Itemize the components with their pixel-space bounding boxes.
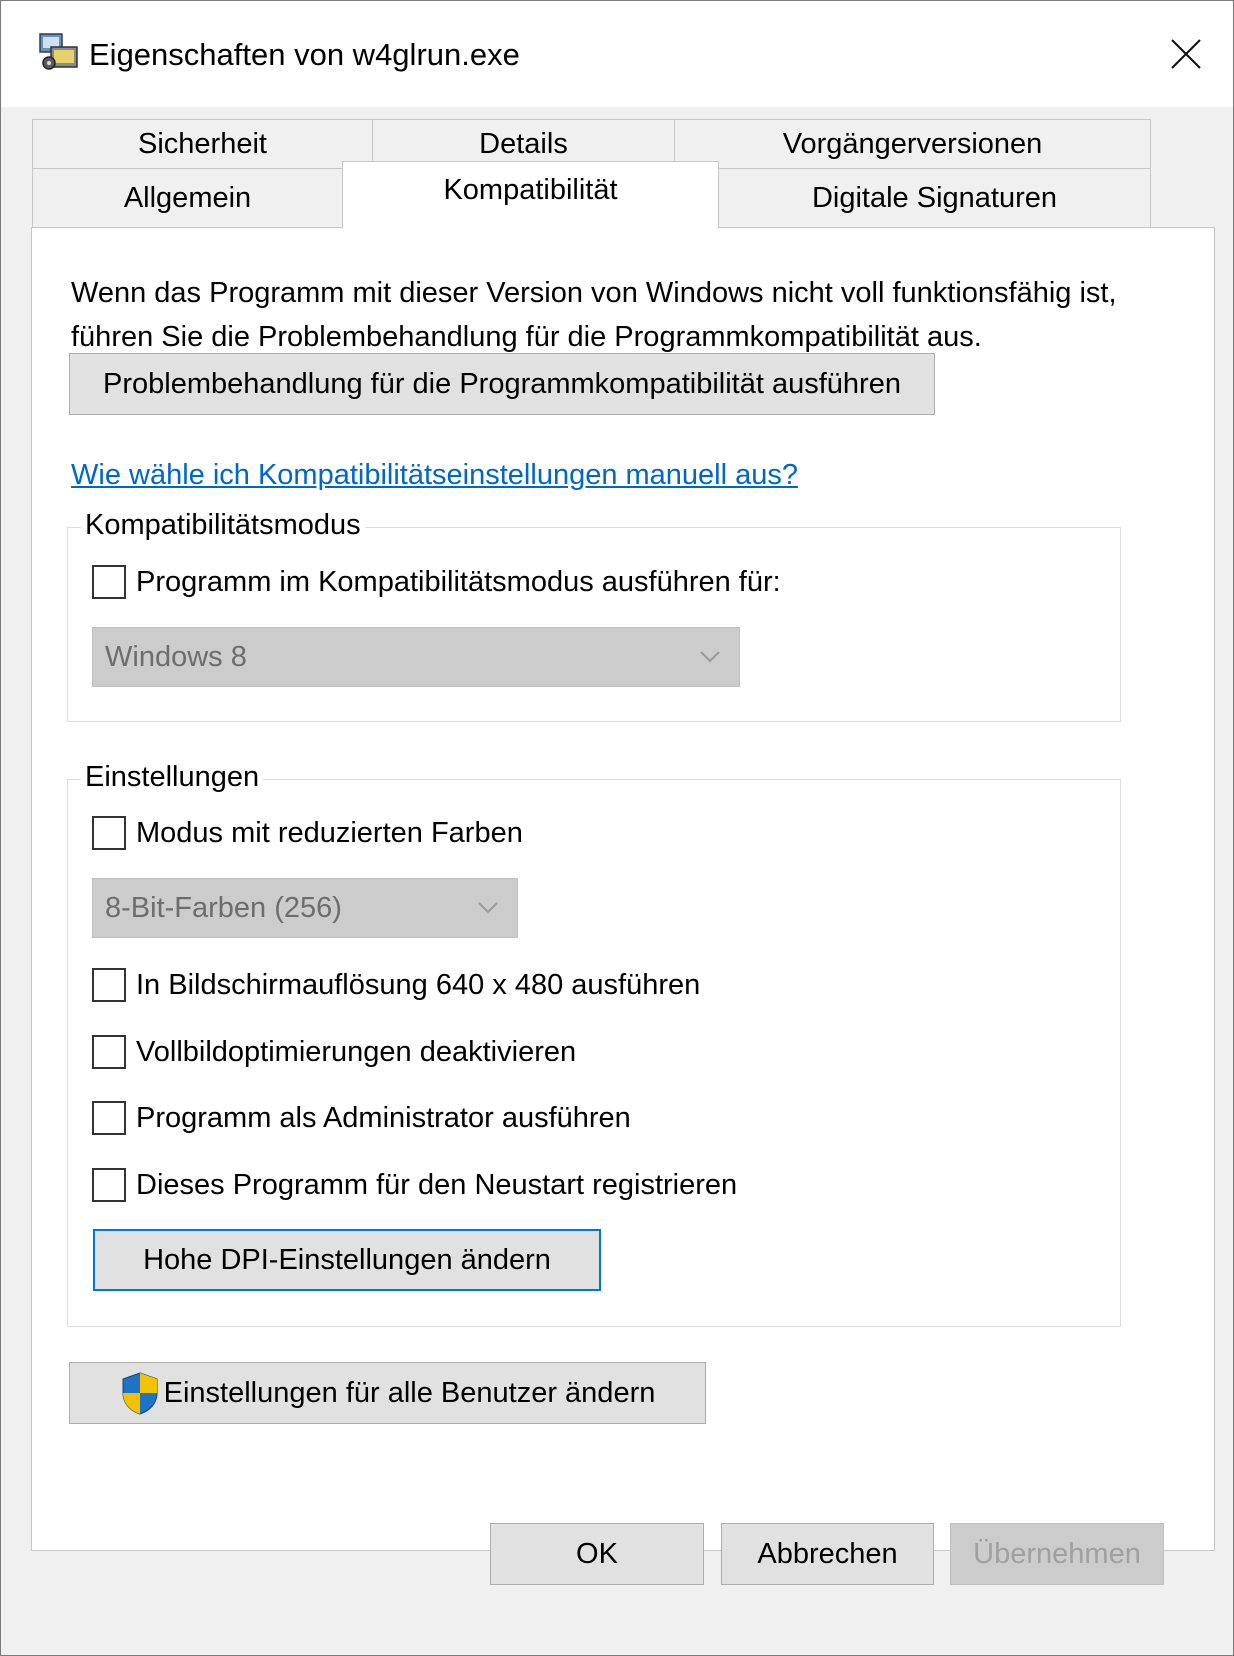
compatibility-mode-group: [67, 527, 1121, 722]
reduced-color-row[interactable]: Modus mit reduzierten Farben: [92, 816, 523, 850]
compatibility-mode-group-label: Kompatibilitätsmodus: [81, 509, 365, 542]
restart-register-row[interactable]: Dieses Programm für den Neustart registr…: [92, 1168, 737, 1202]
title-bar: Eigenschaften von w4glrun.exe: [1, 1, 1233, 107]
application-icon: [39, 33, 78, 70]
color-depth-value: 8-Bit-Farben (256): [105, 891, 342, 924]
tab-vorgaengerversionen[interactable]: Vorgängerversionen: [674, 119, 1151, 169]
run-admin-label: Programm als Administrator ausführen: [136, 1101, 631, 1134]
chevron-down-icon: [478, 902, 498, 914]
os-version-value: Windows 8: [105, 640, 247, 673]
compatibility-description: Wenn das Programm mit dieser Version von…: [71, 277, 1117, 353]
chevron-down-icon: [700, 651, 720, 663]
compat-mode-checkbox[interactable]: [92, 565, 126, 599]
color-depth-select: 8-Bit-Farben (256): [92, 878, 518, 938]
tab-digitale-signaturen[interactable]: Digitale Signaturen: [718, 168, 1151, 228]
settings-group-label: Einstellungen: [81, 761, 264, 794]
high-dpi-button[interactable]: Hohe DPI-Einstellungen ändern: [93, 1229, 601, 1291]
all-users-button-label: Einstellungen für alle Benutzer ändern: [163, 1376, 656, 1409]
tab-sicherheit[interactable]: Sicherheit: [32, 119, 373, 169]
troubleshoot-button[interactable]: Problembehandlung für die Programmkompat…: [69, 353, 935, 415]
close-icon[interactable]: [1163, 31, 1209, 77]
window-title: Eigenschaften von w4glrun.exe: [89, 37, 520, 72]
res640-label: In Bildschirmauflösung 640 x 480 ausführ…: [136, 968, 701, 1001]
res640-row[interactable]: In Bildschirmauflösung 640 x 480 ausführ…: [92, 968, 700, 1002]
res640-checkbox[interactable]: [92, 968, 126, 1002]
reduced-color-label: Modus mit reduzierten Farben: [136, 816, 523, 849]
os-version-select: Windows 8: [92, 627, 740, 687]
fullscreen-opt-row[interactable]: Vollbildoptimierungen deaktivieren: [92, 1035, 576, 1069]
help-link[interactable]: Wie wähle ich Kompatibilitätseinstellung…: [71, 459, 798, 492]
ok-button[interactable]: OK: [490, 1523, 704, 1585]
tab-allgemein[interactable]: Allgemein: [32, 168, 343, 228]
properties-dialog: Eigenschaften von w4glrun.exe Sicherheit…: [0, 0, 1234, 1656]
compat-mode-checkbox-label: Programm im Kompatibilitätsmodus ausführ…: [136, 565, 781, 598]
uac-shield-icon: [122, 1372, 158, 1415]
fullscreen-opt-label: Vollbildoptimierungen deaktivieren: [136, 1035, 577, 1068]
all-users-button[interactable]: Einstellungen für alle Benutzer ändern: [69, 1362, 706, 1424]
reduced-color-checkbox[interactable]: [92, 816, 126, 850]
fullscreen-opt-checkbox[interactable]: [92, 1035, 126, 1069]
restart-register-checkbox[interactable]: [92, 1168, 126, 1202]
compat-mode-checkbox-row[interactable]: Programm im Kompatibilitätsmodus ausführ…: [92, 565, 781, 599]
run-admin-checkbox[interactable]: [92, 1101, 126, 1135]
run-admin-row[interactable]: Programm als Administrator ausführen: [92, 1101, 631, 1135]
apply-button[interactable]: Übernehmen: [950, 1523, 1164, 1585]
tab-kompatibilitaet[interactable]: Kompatibilität: [342, 161, 719, 228]
cancel-button[interactable]: Abbrechen: [721, 1523, 934, 1585]
restart-register-label: Dieses Programm für den Neustart registr…: [136, 1168, 738, 1201]
